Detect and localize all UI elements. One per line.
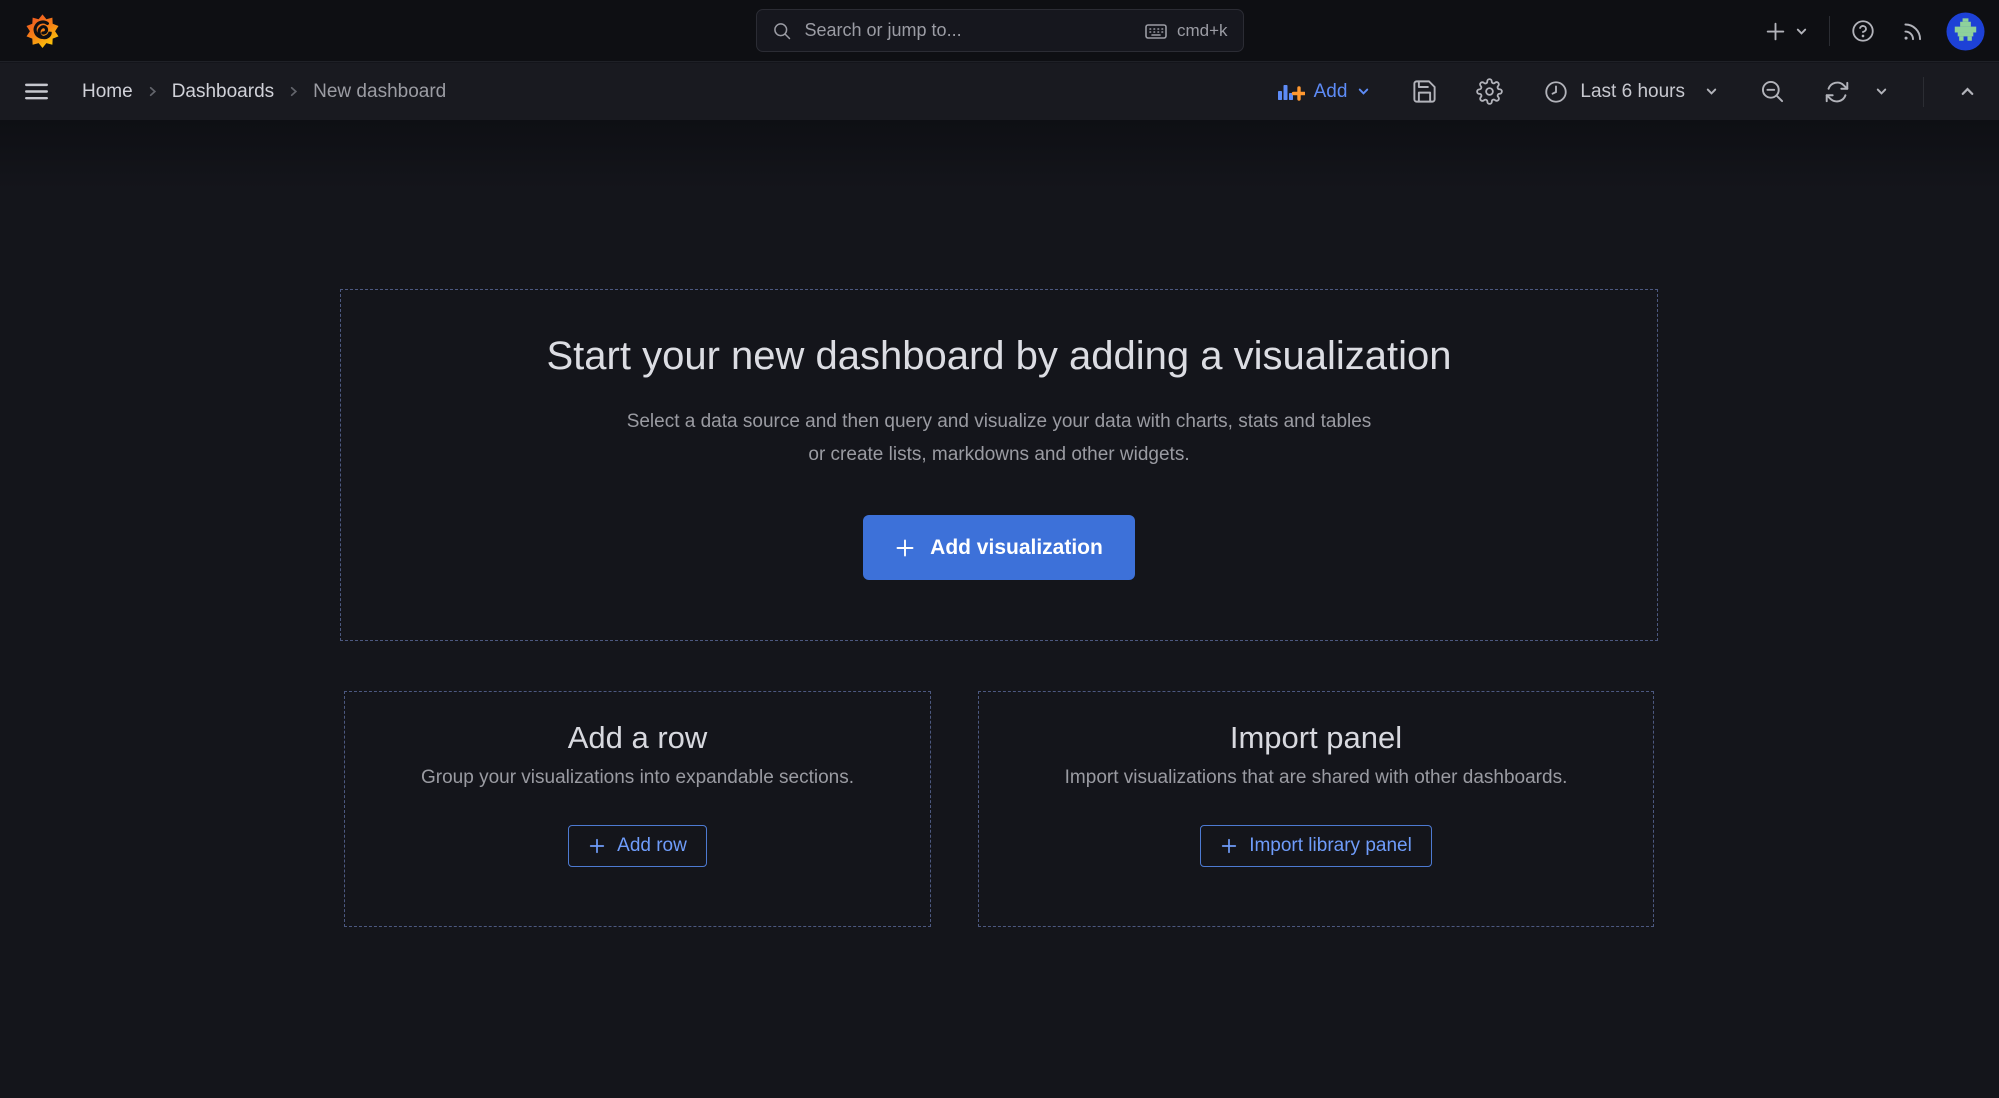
new-menu-button[interactable] bbox=[1759, 15, 1813, 48]
chevron-down-icon bbox=[1356, 84, 1371, 99]
add-visualization-button[interactable]: Add visualization bbox=[863, 515, 1135, 580]
breadcrumb-current-page: New dashboard bbox=[313, 81, 446, 103]
breadcrumb: Home Dashboards New dashboard bbox=[82, 81, 446, 103]
grafana-logo-icon[interactable] bbox=[25, 13, 60, 48]
add-row-card: Add a row Group your visualizations into… bbox=[344, 691, 931, 927]
keyboard-icon bbox=[1144, 19, 1168, 43]
hamburger-icon bbox=[22, 77, 51, 106]
empty-state-title: Start your new dashboard by adding a vis… bbox=[547, 334, 1452, 379]
empty-state-subtitle-line2: or create lists, markdowns and other wid… bbox=[808, 438, 1189, 471]
refresh-button[interactable] bbox=[1820, 75, 1854, 109]
add-panel-button[interactable]: Add bbox=[1269, 79, 1378, 105]
time-range-picker[interactable]: Last 6 hours bbox=[1537, 78, 1725, 106]
search-icon bbox=[772, 21, 792, 41]
search-shortcut-hint: cmd+k bbox=[1144, 19, 1228, 43]
add-visualization-label: Add visualization bbox=[930, 536, 1103, 560]
search-shortcut-label: cmd+k bbox=[1177, 21, 1228, 41]
news-rss-icon[interactable] bbox=[1896, 14, 1930, 48]
zoom-out-time-button[interactable] bbox=[1755, 74, 1790, 109]
breadcrumb-chevron-icon bbox=[287, 85, 300, 98]
plus-icon bbox=[1220, 837, 1238, 855]
empty-dashboard-panel: Start your new dashboard by adding a vis… bbox=[340, 289, 1658, 641]
import-library-panel-label: Import library panel bbox=[1249, 835, 1412, 857]
refresh-interval-dropdown[interactable] bbox=[1870, 80, 1893, 103]
refresh-icon bbox=[1824, 79, 1850, 105]
mega-menu-toggle[interactable] bbox=[18, 73, 55, 110]
import-panel-description: Import visualizations that are shared wi… bbox=[1065, 767, 1568, 789]
add-panel-label: Add bbox=[1314, 81, 1348, 103]
plus-icon bbox=[895, 538, 915, 558]
bar-chart-plus-icon bbox=[1275, 80, 1305, 104]
breadcrumb-chevron-icon bbox=[146, 85, 159, 98]
top-navigation-bar: cmd+k bbox=[0, 0, 1999, 62]
dashboard-toolbar: Home Dashboards New dashboard bbox=[0, 63, 1999, 120]
add-row-button[interactable]: Add row bbox=[568, 825, 707, 867]
collapse-toolbar-button[interactable] bbox=[1954, 78, 1981, 105]
add-row-title: Add a row bbox=[568, 720, 708, 756]
add-row-description: Group your visualizations into expandabl… bbox=[421, 767, 854, 789]
add-row-button-label: Add row bbox=[617, 835, 687, 857]
search-input[interactable] bbox=[803, 19, 1133, 42]
chevron-down-icon bbox=[1794, 24, 1809, 39]
chevron-down-icon bbox=[1704, 84, 1719, 99]
grafana-app: cmd+k bbox=[0, 0, 1999, 1098]
import-library-panel-button[interactable]: Import library panel bbox=[1200, 825, 1432, 867]
chevron-down-icon bbox=[1874, 84, 1889, 99]
topbar-divider bbox=[1829, 16, 1830, 46]
plus-icon bbox=[588, 837, 606, 855]
import-panel-card: Import panel Import visualizations that … bbox=[978, 691, 1654, 927]
magnifier-minus-icon bbox=[1759, 78, 1786, 105]
user-avatar[interactable] bbox=[1946, 12, 1985, 51]
breadcrumb-home[interactable]: Home bbox=[82, 81, 133, 103]
help-icon[interactable] bbox=[1846, 14, 1880, 48]
toolbar-actions: Add L bbox=[1269, 74, 1981, 109]
chevron-up-icon bbox=[1958, 82, 1977, 101]
time-range-label: Last 6 hours bbox=[1580, 81, 1685, 103]
empty-state-subtitle-line1: Select a data source and then query and … bbox=[627, 405, 1372, 438]
toolbar-divider bbox=[1923, 77, 1924, 107]
import-panel-title: Import panel bbox=[1230, 720, 1402, 756]
gear-icon bbox=[1476, 78, 1503, 105]
dashboard-canvas: Start your new dashboard by adding a vis… bbox=[0, 120, 1999, 1098]
dashboard-settings-button[interactable] bbox=[1472, 74, 1507, 109]
clock-icon bbox=[1543, 79, 1569, 105]
save-dashboard-button[interactable] bbox=[1407, 74, 1442, 109]
refresh-controls bbox=[1820, 75, 1893, 109]
save-icon bbox=[1411, 78, 1438, 105]
breadcrumb-dashboards[interactable]: Dashboards bbox=[172, 81, 274, 103]
topbar-actions bbox=[1759, 0, 1985, 62]
search-box[interactable]: cmd+k bbox=[756, 9, 1244, 52]
